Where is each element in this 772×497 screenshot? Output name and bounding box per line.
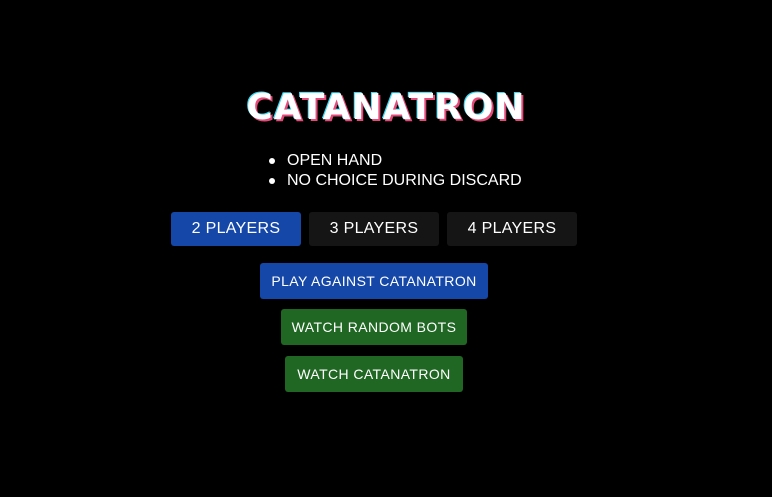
- four-players-button[interactable]: 4 PLAYERS: [447, 212, 577, 246]
- list-item: OPEN HAND: [269, 151, 522, 171]
- play-against-catanatron-button[interactable]: PLAY AGAINST CATANATRON: [260, 263, 488, 299]
- list-item: NO CHOICE DURING DISCARD: [269, 171, 522, 191]
- rule-label: NO CHOICE DURING DISCARD: [287, 172, 522, 189]
- rules-list: OPEN HAND NO CHOICE DURING DISCARD: [269, 151, 522, 191]
- watch-random-bots-button[interactable]: WATCH RANDOM BOTS: [281, 309, 467, 345]
- two-players-button[interactable]: 2 PLAYERS: [171, 212, 301, 246]
- player-count-selector: 2 PLAYERS 3 PLAYERS 4 PLAYERS: [171, 212, 577, 246]
- bullet-icon: [269, 178, 275, 184]
- app-title: CATANATRON: [246, 87, 526, 128]
- home-page: CATANATRON OPEN HAND NO CHOICE DURING DI…: [0, 0, 772, 497]
- bullet-icon: [269, 158, 275, 164]
- rule-label: OPEN HAND: [287, 152, 383, 169]
- three-players-button[interactable]: 3 PLAYERS: [309, 212, 439, 246]
- watch-catanatron-button[interactable]: WATCH CATANATRON: [285, 356, 463, 392]
